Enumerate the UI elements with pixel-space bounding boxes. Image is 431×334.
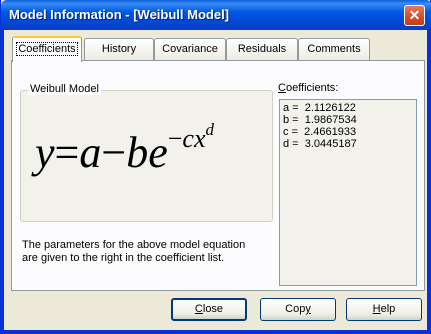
list-item[interactable]: c = 2.4661933 [283,126,413,138]
list-item[interactable]: a = 2.1126122 [283,102,413,114]
model-description: The parameters for the above model equat… [22,239,246,264]
coefficients-list[interactable]: a = 2.1126122 b = 1.9867534 c = 2.466193… [279,99,417,286]
window-frame-left [1,30,4,334]
title-bar[interactable]: Model Information - [Weibull Model] ✕ [1,0,431,30]
tab-history[interactable]: History [84,38,154,60]
coefficients-label: Coefficients: [278,82,339,94]
group-legend: Weibull Model [28,83,101,95]
tab-comments[interactable]: Comments [298,38,370,60]
model-information-window: Model Information - [Weibull Model] ✕ Co… [0,0,431,334]
help-button[interactable]: Help [346,298,422,321]
copy-button[interactable]: Copy [260,298,336,321]
list-item[interactable]: d = 3.0445187 [283,138,413,150]
tab-coefficients[interactable]: Coefficients [12,36,82,62]
model-equation-group: Weibull Model y=a−be−cxd [20,83,273,222]
window-frame-bottom [1,330,431,333]
window-frame-right [427,30,430,334]
window-title: Model Information - [Weibull Model] [9,7,230,22]
close-button[interactable]: Close [171,298,247,321]
close-icon: ✕ [408,7,421,23]
coefficients-tab-panel: Weibull Model y=a−be−cxd The parameters … [11,60,425,291]
model-equation: y=a−be−cxd [35,120,214,177]
tab-covariance[interactable]: Covariance [154,38,226,60]
close-window-button[interactable]: ✕ [404,5,425,26]
list-item[interactable]: b = 1.9867534 [283,114,413,126]
tab-residuals[interactable]: Residuals [226,38,298,60]
